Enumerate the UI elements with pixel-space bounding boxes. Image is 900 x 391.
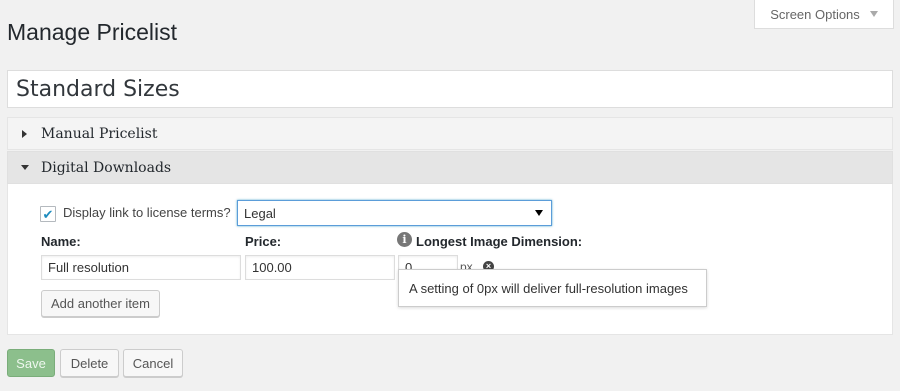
chevron-down-icon	[869, 11, 878, 17]
dimension-column-label: Longest Image Dimension:	[416, 234, 583, 249]
item-price-input[interactable]: 100.00	[245, 255, 395, 280]
save-button[interactable]: Save	[7, 349, 55, 377]
delete-button[interactable]: Delete	[60, 349, 119, 377]
item-name-input[interactable]: Full resolution	[41, 255, 241, 280]
name-column-label: Name:	[41, 234, 81, 249]
section-manual-pricelist[interactable]: Manual Pricelist	[7, 117, 893, 150]
license-terms-checkbox[interactable]: ✔	[40, 206, 56, 222]
add-another-item-button[interactable]: Add another item	[41, 290, 160, 317]
license-select[interactable]: Legal	[237, 200, 552, 226]
expanded-arrow-icon	[8, 165, 41, 170]
section-digital-downloads[interactable]: Digital Downloads	[7, 151, 893, 184]
dropdown-arrow-icon	[535, 210, 543, 216]
page-title: Manage Pricelist	[7, 19, 178, 45]
screen-options-label: Screen Options	[770, 6, 860, 22]
collapsed-arrow-icon	[8, 129, 41, 138]
dimension-tooltip: A setting of 0px will deliver full-resol…	[398, 269, 707, 307]
license-select-value: Legal	[244, 205, 276, 221]
pricelist-title-input[interactable]: Standard Sizes	[7, 70, 893, 108]
info-icon[interactable]: i	[397, 232, 412, 247]
price-column-label: Price:	[245, 234, 282, 249]
screen-options-button[interactable]: Screen Options	[754, 0, 894, 29]
license-terms-label: Display link to license terms?	[63, 205, 231, 220]
digital-downloads-panel: ✔ Display link to license terms? Legal N…	[7, 184, 893, 335]
section-label: Manual Pricelist	[41, 125, 158, 142]
cancel-button[interactable]: Cancel	[123, 349, 183, 377]
checkmark-icon: ✔	[42, 206, 54, 222]
section-label: Digital Downloads	[41, 159, 172, 176]
